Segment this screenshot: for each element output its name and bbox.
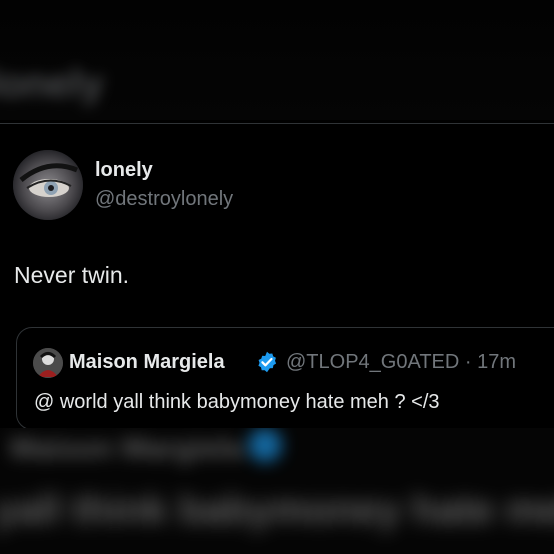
quoted-avatar-image [33, 348, 63, 378]
quoted-author-name[interactable]: Maison Margiela [69, 351, 225, 374]
quoted-user-avatar[interactable] [33, 348, 63, 378]
blurred-bottom-line-1: Maison Margiela [10, 432, 244, 465]
quoted-tweet-time: 17m [477, 351, 517, 373]
tweet-text: Never twin. [14, 262, 130, 288]
quoted-tweet-card[interactable] [16, 327, 554, 430]
tweet-author-name[interactable]: lonely [95, 159, 153, 182]
meta-separator: · [464, 351, 472, 373]
quoted-author-handle[interactable]: @TLOP4_G0ATED [286, 351, 459, 373]
profile-avatar[interactable] [13, 150, 83, 220]
blurred-background-title: lonely [0, 62, 104, 106]
verified-badge-icon [258, 351, 277, 373]
blurred-verified-dot [248, 428, 282, 462]
blurred-bottom-line-2: yall think babymoney hate meh [0, 488, 554, 532]
header-divider [0, 123, 554, 124]
quoted-author-handle-time: @TLOP4_G0ATED · 17m [286, 351, 516, 374]
quoted-tweet-text: @ world yall think babymoney hate meh ? … [34, 391, 440, 413]
avatar-eye-image [13, 150, 83, 220]
blurred-background-bottom: Maison Margiela yall think babymoney hat… [0, 428, 554, 554]
tweet-author-handle[interactable]: @destroylonely [95, 188, 233, 211]
